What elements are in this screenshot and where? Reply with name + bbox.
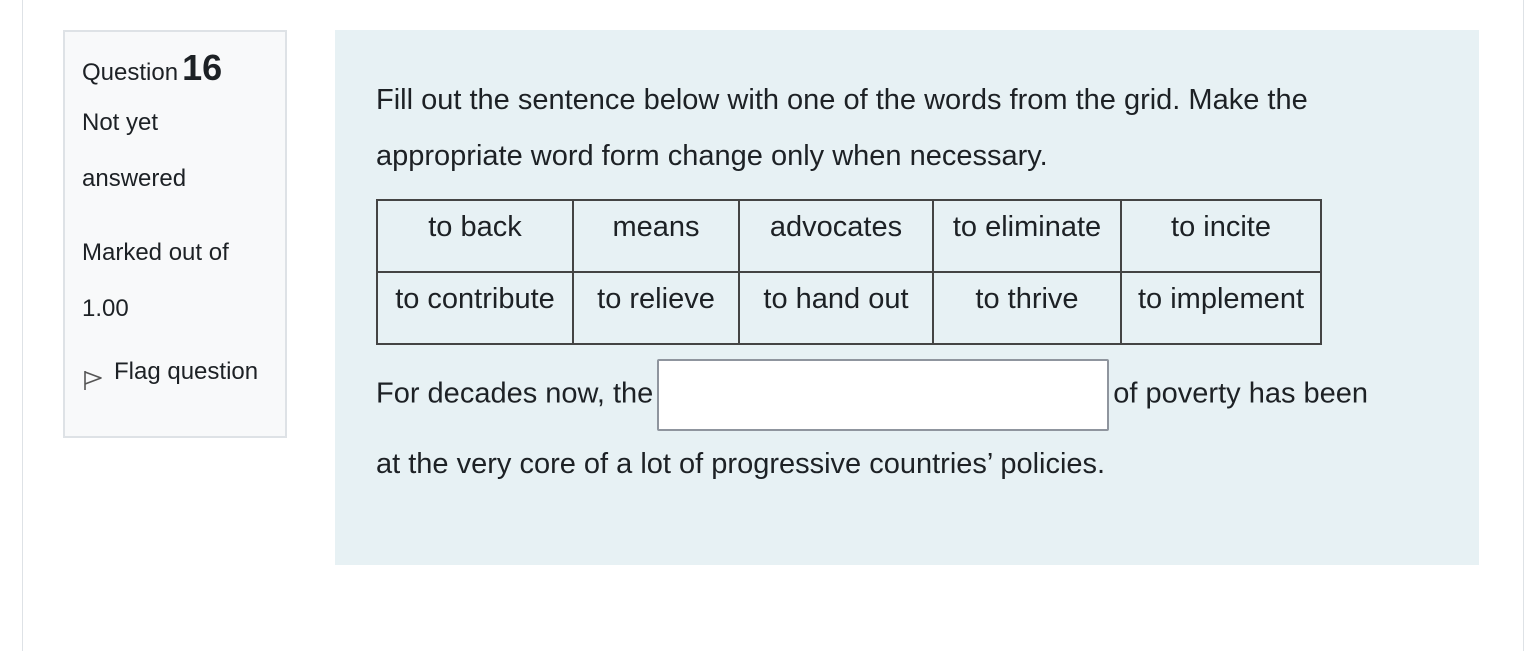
question-sentence: For decades now, the of poverty has been …: [376, 359, 1446, 497]
word-grid-cell: advocates: [738, 199, 934, 273]
word-grid-cell: to hand out: [738, 271, 934, 345]
question-grade: Marked out of 1.00: [82, 225, 285, 337]
flag-outline-icon: [82, 357, 114, 399]
word-grid-cell: to relieve: [572, 271, 740, 345]
prompt-line-1: Fill out the sentence below with one of …: [376, 84, 1308, 116]
prompt-line-2: appropriate word form change only when n…: [376, 140, 1048, 172]
question-state: Not yet answered: [82, 95, 285, 207]
grade-line-1: Marked out of: [82, 239, 229, 266]
word-grid: to back means advocates to eliminate to …: [376, 199, 1322, 345]
answer-input[interactable]: [657, 359, 1110, 431]
sentence-before-text: For decades now, the: [376, 377, 654, 410]
word-grid-cell: to incite: [1120, 199, 1322, 273]
word-grid-row: to back means advocates to eliminate to …: [376, 199, 1322, 273]
grade-line-2: 1.00: [82, 295, 129, 322]
word-grid-row: to contribute to relieve to hand out to …: [376, 271, 1322, 345]
word-grid-cell: to contribute: [376, 271, 574, 345]
state-line-2: answered: [82, 165, 187, 192]
question-number: 16: [182, 47, 223, 88]
word-grid-cell: to eliminate: [932, 199, 1122, 273]
flag-question-button[interactable]: Flag question: [82, 357, 285, 399]
word-grid-cell: means: [572, 199, 740, 273]
question-number-heading: Question 16: [82, 46, 285, 95]
question-prompt: Fill out the sentence below with one of …: [376, 72, 1436, 184]
state-line-1: Not yet: [82, 109, 159, 136]
question-label: Question: [82, 59, 179, 86]
sentence-after-text-2: at the very core of a lot of progressive…: [376, 448, 1106, 480]
flag-question-label: Flag question: [114, 358, 259, 385]
sentence-after-text-1: of poverty has been: [1113, 377, 1369, 410]
word-grid-cell: to thrive: [932, 271, 1122, 345]
word-grid-cell: to implement: [1120, 271, 1322, 345]
question-content: Fill out the sentence below with one of …: [335, 30, 1479, 565]
word-grid-cell: to back: [376, 199, 574, 273]
question-info-panel: Question 16 Not yet answered Marked out o…: [63, 30, 287, 438]
